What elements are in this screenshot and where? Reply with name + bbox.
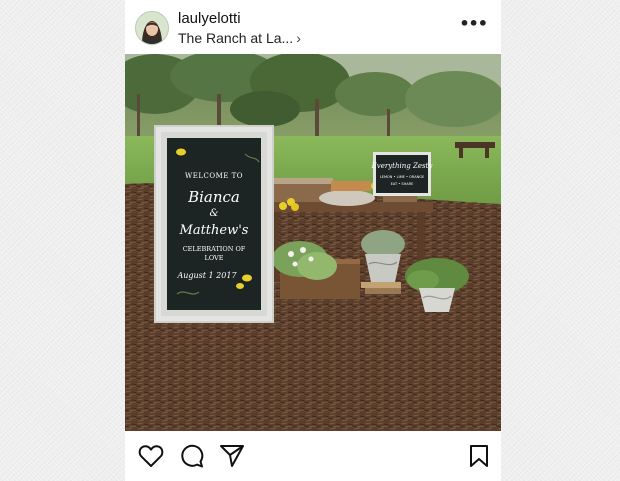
small-sign-title: Everything Zesty [371,162,434,170]
sign-celebration: CELEBRATION OF [183,245,246,253]
sign-name-1: Bianca [187,188,240,206]
post-header: laulyelotti The Ranch at La... › ••• [125,0,501,54]
sign-welcome: WELCOME TO [185,172,243,180]
avatar[interactable] [135,11,169,45]
location-label: The Ranch at La... [178,30,294,46]
location-link[interactable]: The Ranch at La... › [178,30,301,46]
sign-love: LOVE [205,254,224,262]
sign-name-2: Matthew's [179,223,249,238]
more-horizontal-icon: ••• [459,14,488,33]
bookmark-icon [470,445,488,467]
small-sign-line2: LEMON • LIME • ORANGE [380,175,424,179]
comment-button[interactable] [179,444,205,473]
sign-date: August 1 2017 [176,271,237,280]
share-button[interactable] [219,444,245,473]
sign-ampersand: & [210,208,219,219]
like-button[interactable] [138,444,164,473]
save-button[interactable] [469,444,489,473]
send-icon [220,445,244,467]
small-sign-line3: EAT • SHARE [391,182,414,186]
chevron-right-icon: › [296,30,301,46]
more-options-button[interactable]: ••• [459,14,488,33]
instagram-post-card: laulyelotti The Ranch at La... › ••• Eve… [125,0,501,481]
post-photo[interactable]: Everything Zesty LEMON • LIME • ORANGE E… [125,54,501,431]
heart-icon [138,445,164,467]
post-actions-bar [125,431,501,481]
username[interactable]: laulyelotti [178,10,241,27]
comment-icon [181,444,204,468]
